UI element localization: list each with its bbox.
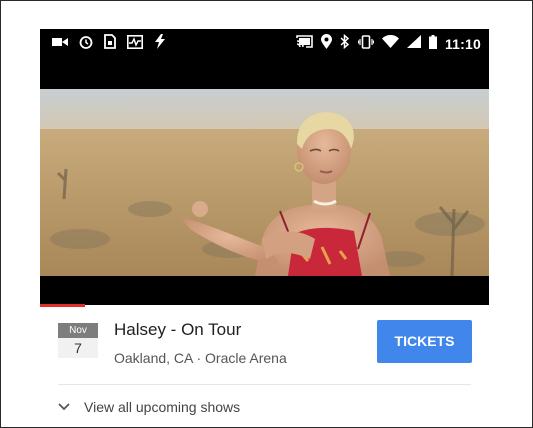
chevron-down-icon bbox=[58, 398, 70, 416]
tickets-button[interactable]: TICKETS bbox=[377, 320, 472, 363]
date-day: 7 bbox=[58, 338, 98, 358]
status-bar: 11:10 bbox=[40, 29, 489, 60]
location-pin-icon bbox=[320, 34, 332, 54]
bolt-icon bbox=[154, 34, 166, 54]
event-venue: Oakland, CA · Oracle Arena bbox=[114, 350, 287, 366]
event-title: Halsey - On Tour bbox=[114, 320, 242, 339]
bluetooth-icon bbox=[340, 33, 350, 54]
music-video-player[interactable] bbox=[40, 89, 489, 276]
battery-icon bbox=[428, 34, 437, 54]
status-clock: 11:10 bbox=[444, 36, 481, 52]
phone-screen: 11:10 Nov 7 Halsey - On Tour Oakland, CA… bbox=[40, 29, 489, 426]
event-card: Nov 7 Halsey - On Tour Oakland, CA · Ora… bbox=[40, 307, 489, 426]
activity-icon bbox=[127, 34, 143, 54]
cast-icon bbox=[296, 35, 313, 53]
view-all-shows-label: View all upcoming shows bbox=[84, 399, 241, 415]
video-letterbox-bottom bbox=[40, 276, 489, 305]
wifi-icon bbox=[381, 34, 399, 53]
view-all-shows-row[interactable]: View all upcoming shows bbox=[58, 395, 240, 419]
video-letterbox-top bbox=[40, 60, 489, 89]
video-frame-image bbox=[40, 89, 489, 276]
date-badge: Nov 7 bbox=[58, 323, 98, 358]
alarm-icon bbox=[79, 35, 93, 54]
divider bbox=[58, 384, 471, 385]
sim-card-icon bbox=[104, 34, 116, 54]
signal-icon bbox=[406, 35, 421, 53]
vibrate-icon bbox=[357, 34, 375, 54]
video-camera-icon bbox=[52, 35, 68, 53]
date-month: Nov bbox=[58, 323, 98, 338]
